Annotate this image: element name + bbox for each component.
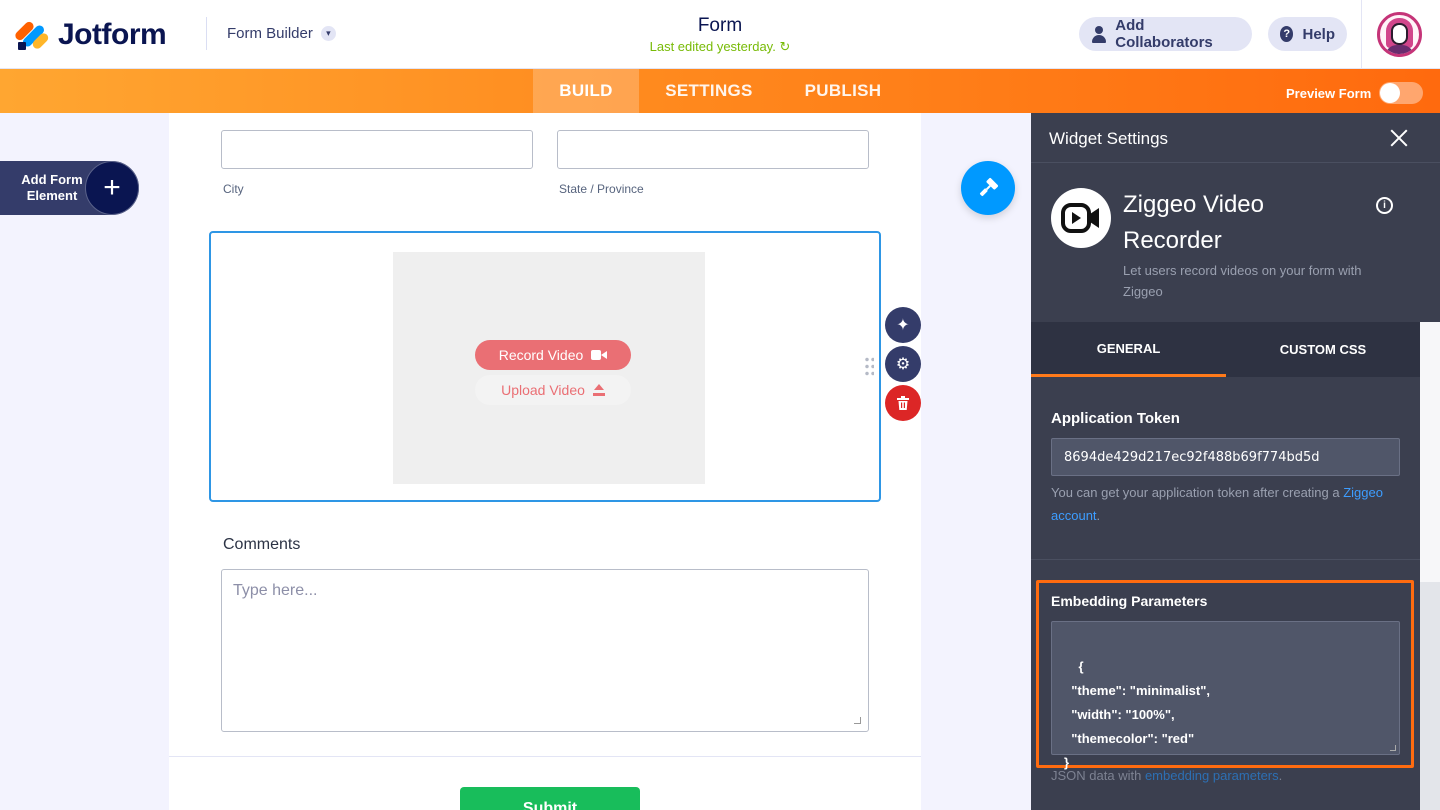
comments-label: Comments xyxy=(223,536,301,553)
ziggeo-logo xyxy=(1051,188,1111,248)
panel-scrollbar-thumb[interactable] xyxy=(1420,322,1440,582)
canvas-divider xyxy=(169,756,921,757)
magic-wand-icon: ✦ xyxy=(896,317,910,334)
tab-build[interactable]: BUILD xyxy=(533,69,639,113)
embedding-parameters-textarea[interactable]: { "theme": "minimalist", "width": "100%"… xyxy=(1051,621,1400,770)
comments-placeholder: Type here... xyxy=(233,582,318,599)
drag-handle-icon[interactable] xyxy=(864,356,874,376)
panel-tabs: GENERAL CUSTOM CSS xyxy=(1031,322,1420,377)
video-recorder-icon xyxy=(1061,203,1099,233)
header-divider-right xyxy=(1361,0,1362,69)
tab-publish[interactable]: PUBLISH xyxy=(789,69,897,113)
form-title[interactable]: Form xyxy=(600,15,840,37)
paint-roller-icon xyxy=(979,178,998,197)
embedding-parameters-help: JSON data with embedding parameters. xyxy=(1051,768,1283,783)
panel-title: Widget Settings xyxy=(1049,129,1169,148)
upload-video-label: Upload Video xyxy=(501,382,585,398)
preview-form-label: Preview Form xyxy=(1286,85,1372,101)
state-province-input[interactable] xyxy=(557,130,869,169)
preview-form-control: Preview Form xyxy=(1286,82,1424,104)
add-form-element-button[interactable]: Add Form Element + xyxy=(0,161,139,215)
user-icon xyxy=(1091,25,1107,43)
record-video-button[interactable]: Record Video xyxy=(475,340,631,370)
add-form-element-label: Add Form Element xyxy=(21,172,83,203)
add-collaborators-button[interactable]: Add Collaborators xyxy=(1079,17,1252,51)
preview-form-toggle[interactable] xyxy=(1379,82,1424,104)
submit-button[interactable]: Submit xyxy=(460,787,640,810)
last-edited-status[interactable]: Last edited yesterday. ↻ xyxy=(600,39,840,55)
info-icon[interactable]: i xyxy=(1376,197,1393,214)
jotform-logo[interactable]: Jotform xyxy=(13,18,167,52)
field-settings-button[interactable]: ⚙ xyxy=(885,346,921,382)
last-edited-text: Last edited yesterday. xyxy=(649,39,776,54)
revert-icon: ↻ xyxy=(779,39,791,54)
widget-name: Ziggeo Video Recorder xyxy=(1123,191,1264,254)
plus-icon: + xyxy=(85,161,139,215)
avatar[interactable] xyxy=(1377,12,1422,57)
tab-general[interactable]: GENERAL xyxy=(1031,322,1226,377)
widget-settings-panel: Widget Settings Ziggeo Video Recorder i … xyxy=(1031,113,1440,810)
tab-settings[interactable]: SETTINGS xyxy=(648,69,770,113)
form-builder-label: Form Builder xyxy=(227,25,313,42)
tab-custom-css[interactable]: CUSTOM CSS xyxy=(1226,322,1420,377)
form-title-area: Form Last edited yesterday. ↻ xyxy=(600,15,840,55)
close-icon[interactable] xyxy=(1384,123,1414,153)
chevron-down-icon: ▾ xyxy=(320,26,336,41)
help-button[interactable]: ? Help xyxy=(1268,17,1347,51)
upload-video-button[interactable]: Upload Video xyxy=(475,375,631,405)
resize-handle-icon[interactable] xyxy=(1390,745,1396,751)
logo-text: Jotform xyxy=(58,18,167,51)
comments-textarea[interactable]: Type here... xyxy=(221,569,869,732)
help-label: Help xyxy=(1302,25,1335,43)
upload-icon xyxy=(592,383,605,397)
city-input[interactable] xyxy=(221,130,533,169)
video-camera-icon xyxy=(591,350,608,360)
city-label: City xyxy=(223,182,244,196)
application-token-input[interactable]: 8694de429d217ec92f488b69f774bd5d xyxy=(1051,438,1400,476)
state-province-label: State / Province xyxy=(559,182,644,196)
widget-description: Let users record videos on your form wit… xyxy=(1123,263,1362,299)
panel-header: Widget Settings xyxy=(1031,113,1440,163)
question-icon: ? xyxy=(1280,26,1294,42)
header-divider xyxy=(206,17,207,50)
trash-icon xyxy=(897,396,909,410)
add-collaborators-label: Add Collaborators xyxy=(1115,17,1213,51)
builder-nav: BUILD SETTINGS PUBLISH Preview Form xyxy=(0,69,1440,113)
application-token-label: Application Token xyxy=(1051,410,1180,427)
gear-icon: ⚙ xyxy=(895,356,911,373)
top-header: Jotform Form Builder ▾ Form Last edited … xyxy=(0,0,1440,69)
resize-handle-icon[interactable] xyxy=(854,717,861,724)
embedding-parameters-label: Embedding Parameters xyxy=(1051,593,1208,609)
section-divider xyxy=(1031,559,1420,560)
form-designer-button[interactable] xyxy=(961,161,1015,215)
application-token-help: You can get your application token after… xyxy=(1051,485,1383,523)
embedding-parameters-link[interactable]: embedding parameters xyxy=(1145,768,1279,783)
delete-field-button[interactable] xyxy=(885,385,921,421)
form-builder-dropdown[interactable]: Form Builder ▾ xyxy=(227,25,336,42)
wand-button[interactable]: ✦ xyxy=(885,307,921,343)
jotform-logo-icon xyxy=(13,20,51,51)
record-video-label: Record Video xyxy=(498,347,584,363)
embedding-parameters-value: { "theme": "minimalist", "width": "100%"… xyxy=(1064,659,1211,770)
